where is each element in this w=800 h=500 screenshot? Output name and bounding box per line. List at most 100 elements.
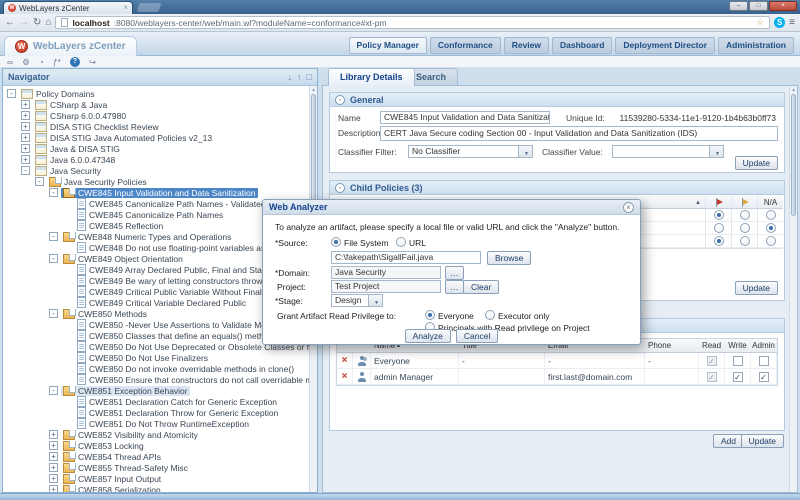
gear-icon[interactable]: ⚙ xyxy=(22,57,30,67)
file-system-radio[interactable] xyxy=(331,237,341,247)
collapse-icon[interactable]: - xyxy=(335,94,345,105)
expander-icon[interactable]: + xyxy=(21,122,30,131)
expander-icon[interactable]: + xyxy=(21,100,30,109)
expander-icon[interactable]: - xyxy=(49,254,58,263)
tree-item[interactable]: + CWE853 Locking xyxy=(3,440,309,451)
expander-icon[interactable]: - xyxy=(49,386,58,395)
tree-item[interactable]: - CWE851 Exception Behavior xyxy=(3,385,309,396)
tree-item[interactable]: CWE851 Do Not Throw RuntimeException xyxy=(3,418,309,429)
tree-item[interactable]: + CSharp 6.0.0.47980 xyxy=(3,110,309,121)
back-icon[interactable]: ← xyxy=(5,17,15,28)
clock-icon[interactable]: ◔ xyxy=(39,57,44,67)
expander-icon[interactable]: - xyxy=(35,177,44,186)
severity-radio[interactable] xyxy=(739,210,750,220)
tree-item[interactable]: CWE850 Do Not Use Finalizers xyxy=(3,352,309,363)
nav-tab-policy-manager[interactable]: Policy Manager xyxy=(348,37,427,54)
write-checkbox[interactable] xyxy=(732,355,743,366)
window-close-button[interactable]: × xyxy=(769,1,797,11)
tree-item[interactable]: + CWE854 Thread APIs xyxy=(3,451,309,462)
project-picker-button[interactable]: … xyxy=(445,280,464,294)
browser-tab[interactable]: W WebLayers zCenter × xyxy=(3,1,133,14)
tree-item[interactable]: + CWE852 Visibility and Atomicity xyxy=(3,429,309,440)
stage-select[interactable]: Design ▼ xyxy=(331,294,383,307)
export-icon[interactable]: ↑ xyxy=(297,72,302,82)
cancel-button[interactable]: Cancel xyxy=(455,329,499,343)
expander-icon[interactable]: - xyxy=(49,309,58,318)
analyze-button[interactable]: Analyze xyxy=(404,329,451,343)
clear-button[interactable]: Clear xyxy=(463,280,500,294)
tree-item[interactable]: + DISA STIG Checklist Review xyxy=(3,121,309,132)
general-update-button[interactable]: Update xyxy=(734,156,778,170)
forward-icon[interactable]: → xyxy=(19,17,29,28)
add-button[interactable]: Add xyxy=(712,434,744,448)
expander-icon[interactable]: + xyxy=(21,111,30,120)
help-icon[interactable]: ? xyxy=(69,56,80,67)
expander-icon[interactable]: - xyxy=(21,166,30,175)
refresh-icon[interactable]: ↻ xyxy=(33,17,41,28)
classifier-filter-select[interactable]: No Classifier ▼ xyxy=(408,145,533,158)
collapse-icon[interactable]: - xyxy=(335,182,345,193)
tree-item[interactable]: + CSharp & Java xyxy=(3,99,309,110)
expander-icon[interactable]: - xyxy=(49,232,58,241)
home-icon[interactable]: ⌂ xyxy=(45,17,51,28)
severity-radio[interactable] xyxy=(765,236,776,246)
expander-icon[interactable]: - xyxy=(7,89,16,98)
tab-library-details[interactable]: Library Details xyxy=(328,68,415,86)
file-path-input[interactable]: C:\fakepath\SigallFail.java xyxy=(331,251,481,264)
expander-icon[interactable]: + xyxy=(21,144,30,153)
address-bar[interactable]: localhost :8080/weblayers-center/web/mai… xyxy=(55,16,771,29)
tree-item[interactable]: + CWE855 Thread-Safety Misc xyxy=(3,462,309,473)
tree-item[interactable]: CWE850 Do not invoke overridable methods… xyxy=(3,363,309,374)
import-icon[interactable]: ↓ xyxy=(288,72,293,82)
url-radio[interactable] xyxy=(396,237,406,247)
tree-item[interactable]: - Policy Domains xyxy=(3,88,309,99)
severity-radio[interactable] xyxy=(713,236,724,246)
description-input[interactable]: CERT Java Secure coding Section 00 - Inp… xyxy=(380,126,778,141)
script-icon[interactable]: ƒ* xyxy=(53,57,61,67)
expander-icon[interactable]: + xyxy=(49,485,58,492)
tree-item[interactable]: + CWE858 Serialization xyxy=(3,484,309,492)
severity-radio[interactable] xyxy=(765,210,776,220)
browser-menu-icon[interactable]: ≡ xyxy=(789,17,795,28)
classifier-value-select[interactable]: ▼ xyxy=(612,145,724,158)
tree-item[interactable]: - CWE845 Input Validation and Data Saniti… xyxy=(3,187,309,198)
content-scrollbar-thumb[interactable] xyxy=(791,94,796,216)
nav-tab-administration[interactable]: Administration xyxy=(718,37,794,54)
severity-radio[interactable] xyxy=(713,223,724,233)
write-checkbox[interactable]: ✓ xyxy=(732,371,743,382)
permissions-update-button[interactable]: Update xyxy=(740,434,784,448)
window-maximize-button[interactable]: □ xyxy=(749,1,768,11)
tree-item[interactable]: + Java & DISA STIG xyxy=(3,143,309,154)
bookmark-star-icon[interactable]: ☆ xyxy=(756,17,764,28)
content-scrollbar[interactable]: ▴ xyxy=(789,86,797,492)
grant-executor-radio[interactable] xyxy=(485,310,495,320)
nav-tab-conformance[interactable]: Conformance xyxy=(429,37,501,54)
expander-icon[interactable]: + xyxy=(49,463,58,472)
dialog-close-icon[interactable]: × xyxy=(623,201,634,213)
browse-button[interactable]: Browse xyxy=(487,251,532,265)
nav-tab-deployment-director[interactable]: Deployment Director xyxy=(615,37,716,54)
dialog-titlebar[interactable]: Web Analyzer × xyxy=(263,200,640,215)
tree-item[interactable]: - Java Security xyxy=(3,165,309,176)
severity-radio[interactable] xyxy=(739,236,750,246)
child-policies-update-button[interactable]: Update xyxy=(734,281,778,295)
expander-icon[interactable]: + xyxy=(49,474,58,483)
severity-radio[interactable] xyxy=(765,223,776,233)
window-minimize-button[interactable]: – xyxy=(729,1,748,11)
severity-radio[interactable] xyxy=(713,210,724,220)
skype-extension-icon[interactable]: S xyxy=(774,17,786,28)
tree-item[interactable]: + CWE857 Input Output xyxy=(3,473,309,484)
link-icon[interactable]: ∞ xyxy=(7,57,13,67)
domain-picker-button[interactable]: … xyxy=(445,266,464,280)
logout-icon[interactable]: ↪ xyxy=(89,57,96,67)
tree-item[interactable]: CWE851 Declaration Catch for Generic Exc… xyxy=(3,396,309,407)
expander-icon[interactable]: + xyxy=(21,155,30,164)
project-input[interactable]: Test Project xyxy=(331,280,441,293)
tree-item[interactable]: + Java 6.0.0.47348 xyxy=(3,154,309,165)
tab-close-icon[interactable]: × xyxy=(123,4,128,12)
tree-item[interactable]: CWE850 Ensure that constructors do not c… xyxy=(3,374,309,385)
expander-icon[interactable]: - xyxy=(49,188,58,197)
expander-icon[interactable]: + xyxy=(49,441,58,450)
grant-everyone-radio[interactable] xyxy=(425,310,435,320)
admin-checkbox[interactable] xyxy=(758,355,769,366)
